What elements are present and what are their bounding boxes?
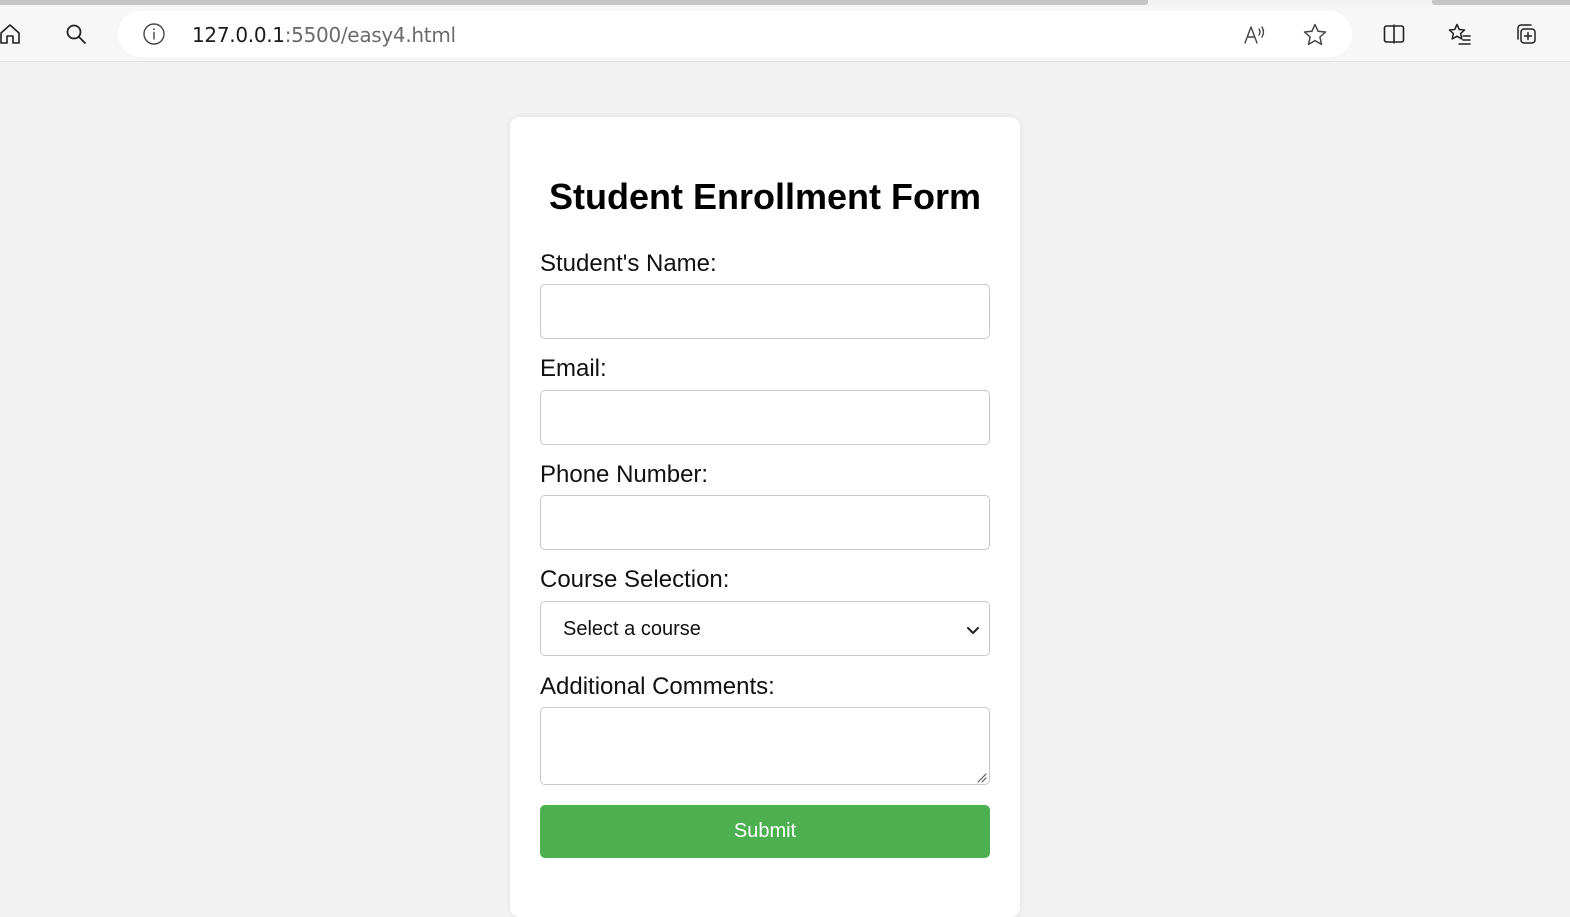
course-selected-value: Select a course — [563, 618, 701, 640]
chevron-down-icon — [963, 620, 983, 640]
url-path: :5500/easy4.html — [284, 23, 456, 47]
split-screen-icon[interactable] — [1378, 18, 1410, 50]
read-aloud-icon[interactable] — [1242, 22, 1268, 48]
home-icon[interactable] — [0, 18, 26, 50]
tab-strip-segment — [1432, 0, 1570, 5]
form-title: Student Enrollment Form — [549, 176, 981, 217]
course-label: Course Selection: — [540, 566, 730, 593]
name-label: Student's Name: — [540, 250, 717, 277]
search-icon[interactable] — [60, 18, 92, 50]
enrollment-form: Student Enrollment Form Student's Name: … — [510, 0, 1020, 904]
url-text[interactable]: 127.0.0.1:5500/easy4.html — [192, 23, 456, 47]
name-input[interactable] — [540, 284, 990, 339]
comments-textarea[interactable] — [540, 707, 990, 785]
resize-handle-icon[interactable] — [975, 770, 987, 783]
email-label: Email: — [540, 355, 607, 382]
email-input[interactable] — [540, 390, 990, 445]
favorites-list-icon[interactable] — [1444, 18, 1476, 50]
phone-input[interactable] — [540, 495, 990, 550]
url-host: 127.0.0.1 — [192, 23, 285, 47]
comments-label: Additional Comments: — [540, 673, 775, 700]
info-icon[interactable] — [142, 22, 166, 46]
phone-label: Phone Number: — [540, 461, 709, 488]
favorite-star-icon[interactable] — [1302, 22, 1328, 48]
collections-icon[interactable] — [1510, 18, 1542, 50]
course-select[interactable]: Select a course — [540, 601, 990, 656]
submit-button[interactable]: Submit — [540, 805, 990, 858]
